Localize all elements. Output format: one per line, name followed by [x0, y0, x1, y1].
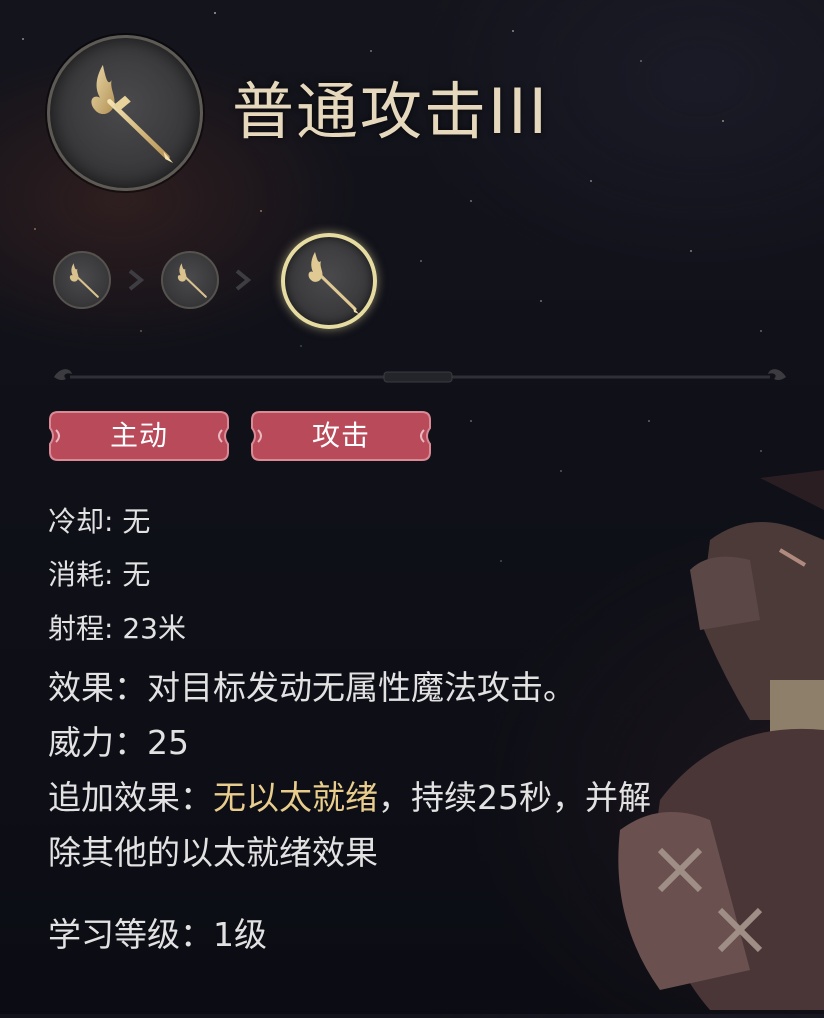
skill-title: 普通攻击III: [232, 75, 549, 148]
skill-icon: [47, 35, 203, 191]
chevron-right-icon: [233, 268, 253, 292]
tag-label: 主动: [109, 419, 168, 452]
tag-label: 攻击: [311, 419, 370, 452]
staff-icon: [69, 263, 99, 298]
upgrade-step-current-icon[interactable]: [281, 233, 377, 329]
effect-text: 效果：对目标发动无属性魔法攻击。: [48, 668, 576, 707]
tag-active: 主动: [48, 410, 230, 462]
staff-icon: [308, 252, 359, 314]
range-text: 射程: 23米: [48, 612, 186, 645]
upgrade-step-2-icon[interactable]: [161, 251, 219, 309]
divider: [44, 362, 796, 392]
cooldown-text: 冷却: 无: [48, 505, 151, 538]
status-link-ether-ready[interactable]: 无以太就绪: [213, 778, 378, 817]
chevron-right-icon: [126, 268, 146, 292]
additional-effect-suffix: ，持续25秒，并解: [378, 778, 651, 817]
additional-effect-prefix: 追加效果：: [48, 778, 213, 817]
additional-effect-line: 追加效果：无以太就绪，持续25秒，并解: [48, 774, 651, 822]
upgrade-step-1-icon[interactable]: [53, 251, 111, 309]
additional-effect-continuation: 除其他的以太就绪效果: [48, 833, 378, 872]
tag-attack: 攻击: [250, 410, 432, 462]
cost-text: 消耗: 无: [48, 558, 151, 591]
potency-text: 威力：25: [48, 723, 189, 762]
staff-icon: [91, 64, 174, 163]
learn-level-text: 学习等级：1级: [48, 915, 267, 954]
character-illustration: [600, 470, 824, 1014]
staff-icon: [177, 263, 207, 298]
